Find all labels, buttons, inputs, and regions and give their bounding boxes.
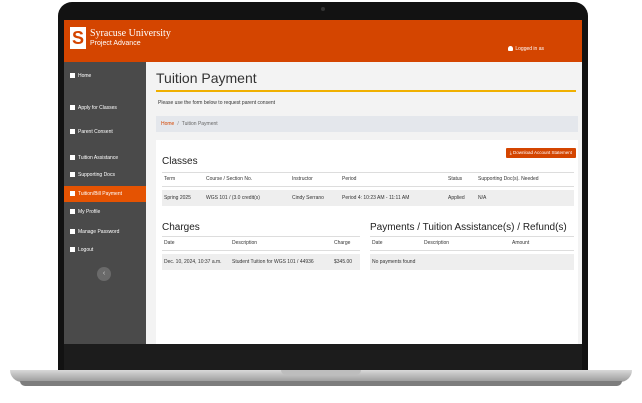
charge-date: Dec. 10, 2024, 10:37 a.m. — [164, 259, 222, 265]
logout-icon — [70, 247, 75, 253]
sidebar-item-label: Supporting Docs — [78, 172, 115, 178]
charge-description: Student Tuition for WGS 101 / 44936 — [232, 259, 314, 265]
user-icon — [70, 209, 75, 215]
divider — [370, 250, 574, 251]
classes-heading: Classes — [162, 156, 198, 167]
home-icon — [70, 73, 75, 79]
brand-name: Syracuse University — [90, 28, 171, 39]
payments-col-amount: Amount — [512, 240, 530, 246]
document-icon — [70, 191, 75, 197]
payments-col-date: Date — [372, 240, 383, 246]
classes-col-docs: Supporting Doc(s). Needed — [478, 176, 539, 182]
charge-amount: $345.00 — [334, 259, 353, 265]
class-docs: N/A — [478, 195, 487, 201]
sidebar-item-supporting-docs[interactable]: Supporting Docs — [64, 167, 146, 183]
payments-heading: Payments / Tuition Assistance(s) / Refun… — [370, 222, 567, 233]
sidebar-item-tuition-bill-payment[interactable]: Tuition/Bill Payment — [64, 186, 146, 202]
document-icon — [70, 129, 75, 135]
breadcrumb-separator: / — [177, 121, 179, 127]
divider — [162, 172, 574, 173]
sidebar-item-label: Parent Consent — [78, 129, 113, 135]
sidebar-collapse-button[interactable]: ‹ — [97, 267, 111, 281]
class-status: Applied — [448, 195, 465, 201]
class-period: Period 4: 10:23 AM - 11:11 AM — [342, 195, 410, 201]
sidebar-item-tuition-assistance[interactable]: Tuition Assistance — [64, 150, 146, 166]
sidebar-item-manage-password[interactable]: Manage Password — [64, 224, 146, 240]
main-content: Tuition Payment Please use the form belo… — [146, 62, 582, 344]
divider — [162, 250, 360, 251]
download-label: Download Account Statement — [512, 150, 572, 155]
list-icon — [70, 105, 75, 111]
classes-col-status: Status — [448, 176, 463, 182]
sidebar-item-apply-for-classes[interactable]: Apply for Classes — [64, 100, 146, 116]
class-instructor: Cindy Serrano — [292, 195, 324, 201]
user-icon — [508, 46, 514, 52]
payments-empty-message: No payments found — [372, 259, 416, 265]
divider — [370, 236, 574, 237]
sidebar-item-label: Tuition Assistance — [78, 155, 119, 161]
charges-heading: Charges — [162, 222, 200, 233]
screen: S Syracuse University Project Advance Lo… — [64, 20, 582, 344]
breadcrumb-home-link[interactable]: Home — [161, 121, 174, 127]
classes-col-course: Course / Section No. — [206, 176, 253, 182]
payments-col-description: Description — [424, 240, 450, 246]
sidebar-item-label: Logout — [78, 247, 94, 253]
classes-col-instructor: Instructor — [292, 176, 313, 182]
sidebar-item-label: Tuition/Bill Payment — [78, 191, 122, 197]
charges-col-date: Date — [164, 240, 175, 246]
sidebar-item-label: Apply for Classes — [78, 105, 117, 111]
sidebar-item-label: My Profile — [78, 209, 101, 215]
sidebar-item-my-profile[interactable]: My Profile — [64, 204, 146, 220]
classes-col-period: Period — [342, 176, 357, 182]
download-statement-button[interactable]: ⤓ Download Account Statement — [505, 148, 576, 158]
laptop-notch — [281, 370, 361, 375]
document-icon — [70, 155, 75, 161]
sidebar-item-home[interactable]: Home — [64, 68, 146, 84]
wrench-icon — [70, 229, 75, 235]
divider — [162, 186, 574, 187]
sidebar: Home Apply for Classes Parent Consent Tu… — [64, 62, 146, 344]
charges-col-charge: Charge — [334, 240, 351, 246]
breadcrumb-current: Tuition Payment — [181, 121, 218, 127]
logged-in-label: Logged in as — [515, 46, 544, 52]
title-underline — [156, 90, 576, 92]
sidebar-item-label: Home — [78, 73, 92, 79]
brand-subname: Project Advance — [90, 40, 141, 47]
classes-col-term: Term — [164, 176, 176, 182]
page-title: Tuition Payment — [156, 70, 257, 86]
class-term: Spring 2025 — [164, 195, 191, 201]
breadcrumb: Home / Tuition Payment — [156, 116, 578, 132]
charges-col-description: Description — [232, 240, 258, 246]
logged-in-menu[interactable]: Logged in as — [508, 46, 544, 52]
laptop-base-bottom — [20, 381, 622, 386]
intro-text: Please use the form below to request par… — [158, 100, 276, 106]
content-card: ⤓ Download Account Statement Classes Ter… — [156, 140, 578, 344]
screen-bottom-bezel — [64, 344, 582, 370]
divider — [162, 236, 360, 237]
top-header: S Syracuse University Project Advance Lo… — [64, 20, 582, 62]
sidebar-item-label: Manage Password — [78, 229, 120, 235]
class-course: WGS 101 / (3.0 credit(s) — [206, 195, 260, 201]
sidebar-item-logout[interactable]: Logout — [64, 242, 146, 258]
document-icon — [70, 172, 75, 178]
sidebar-item-parent-consent[interactable]: Parent Consent — [64, 124, 146, 140]
webcam — [321, 7, 325, 11]
university-logo[interactable]: S — [70, 27, 86, 49]
